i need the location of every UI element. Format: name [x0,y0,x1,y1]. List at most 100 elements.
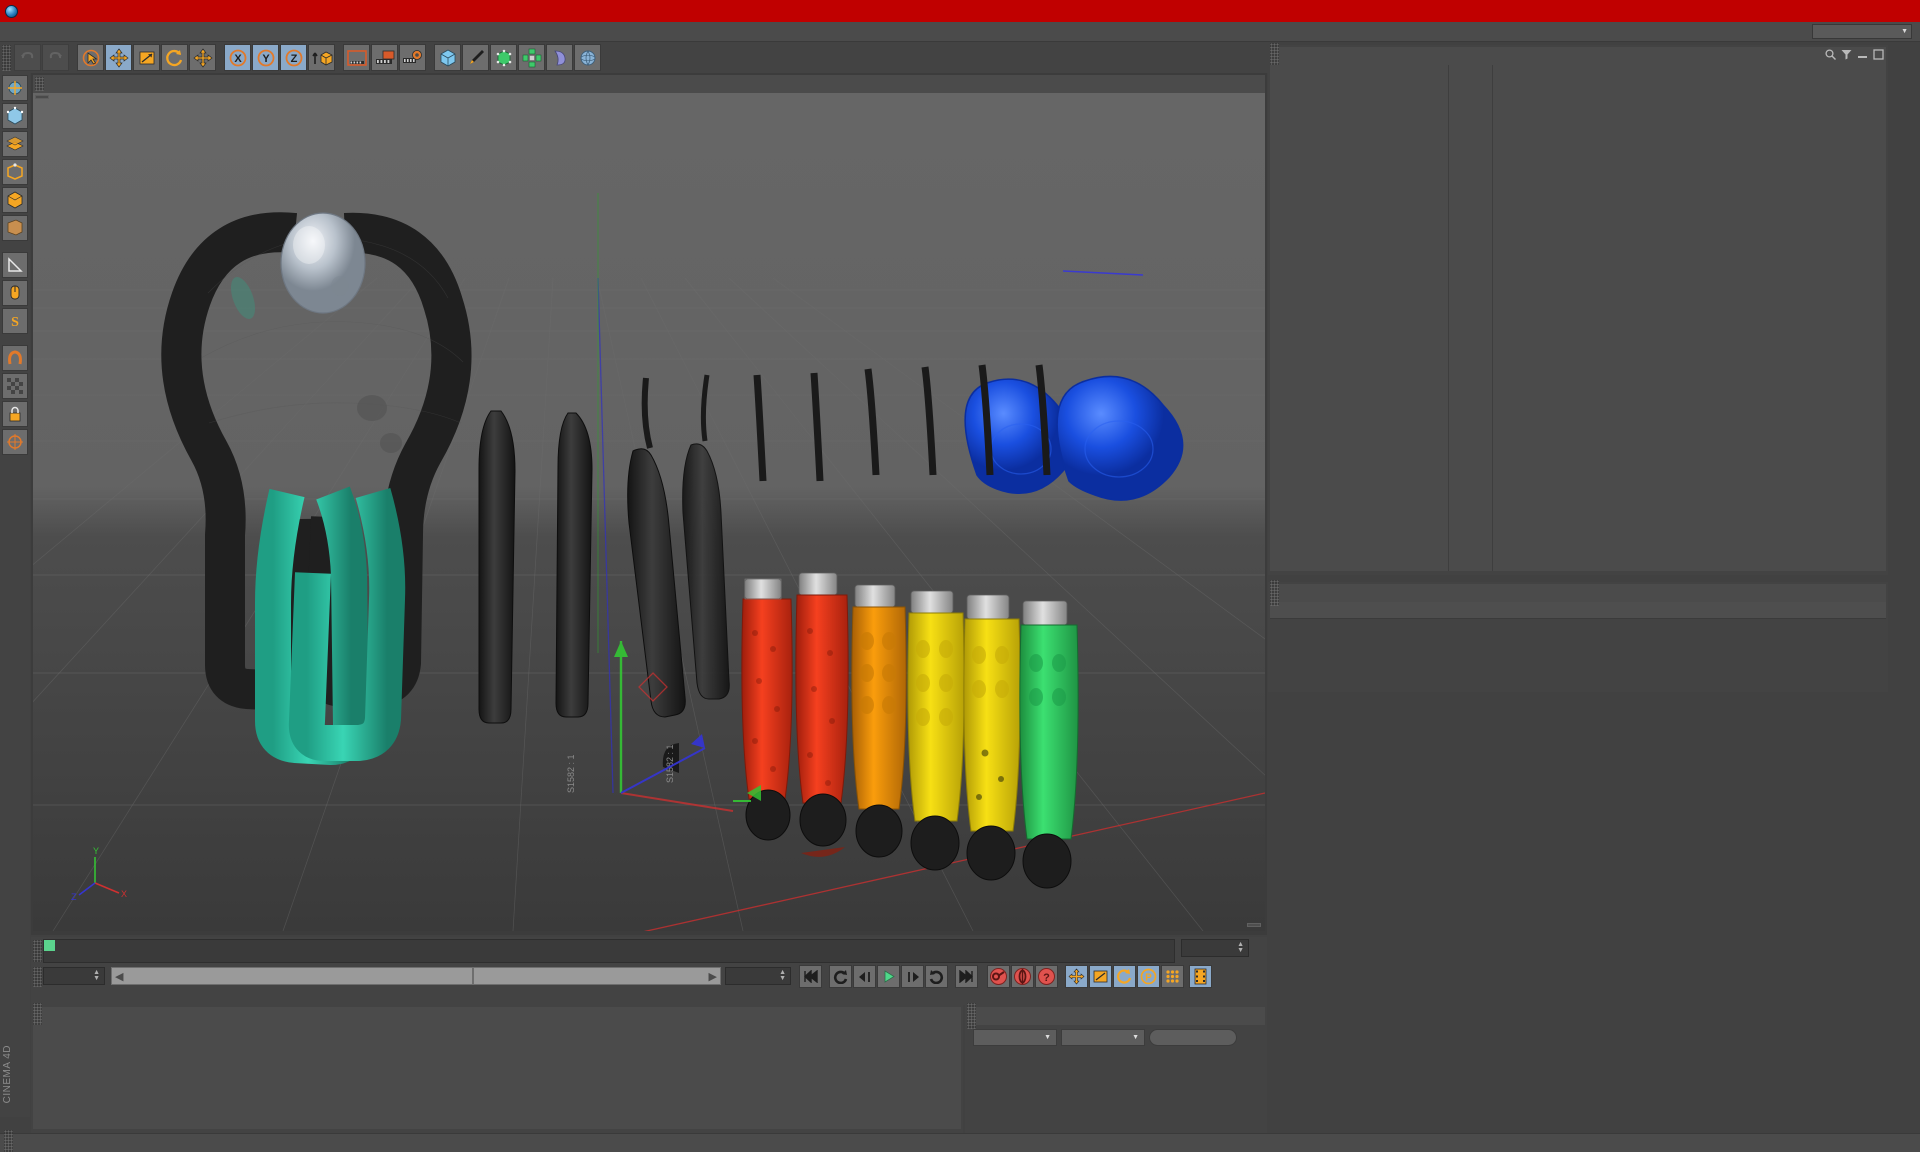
svg-text:P: P [1145,973,1152,984]
object-tree-list[interactable] [1270,65,1886,571]
polygon-mode-button[interactable] [2,187,28,213]
end-frame-field[interactable]: ▲ ▼ [725,967,791,985]
snap-button[interactable]: S [2,308,28,334]
svg-text:X: X [234,53,242,65]
go-to-end-button[interactable] [955,965,978,988]
world-object-coordinates-button[interactable] [308,44,335,71]
current-frame-marker[interactable] [44,940,55,951]
step-forward-button[interactable] [901,965,924,988]
texture-axis-mode-button[interactable] [2,215,28,241]
size-mode-dropdown[interactable]: ▼ [1061,1029,1145,1046]
toolbar-grip[interactable] [2,44,11,71]
object-creation-group [434,44,602,71]
svg-text:Y: Y [262,53,270,65]
maximize-panel-icon[interactable] [1873,49,1884,63]
palette-divider [2,243,28,250]
render-settings-gear-button[interactable] [399,44,426,71]
rotation-key-button[interactable] [1113,965,1136,988]
make-editable-button[interactable] [2,103,28,129]
coordinates-button-row: ▼ ▼ [967,1029,1265,1046]
apply-button[interactable] [1149,1029,1237,1046]
enable-axis-button[interactable] [2,373,28,399]
next-key-button[interactable] [925,965,948,988]
material-thumbnail-area[interactable] [33,1025,961,1129]
svg-text:S: S [11,315,19,330]
coordinate-mode-dropdown[interactable]: ▼ [973,1029,1057,1046]
timeline-range-bar-2[interactable]: ▶ [473,967,721,985]
lock-x-axis-button[interactable]: X [224,44,251,71]
workplane-button[interactable] [2,252,28,278]
search-icon[interactable] [1825,49,1836,63]
add-spline-pen-button[interactable] [462,44,489,71]
null-target-button[interactable] [2,429,28,455]
padlock-icon-button[interactable] [2,401,28,427]
free-move-tool[interactable] [189,44,216,71]
animation-mode-filmstrip-button[interactable] [1189,965,1212,988]
point-mode-button[interactable] [2,131,28,157]
layer-manager-panel [1268,580,1888,692]
timeline-ruler[interactable] [43,939,1175,963]
use-model-tool[interactable] [2,75,28,101]
autokeying-button[interactable] [1011,965,1034,988]
previous-key-button[interactable] [829,965,852,988]
record-active-objects-button[interactable] [987,965,1010,988]
perspective-viewport[interactable]: S1582 : 1 S1582 : 1 Y X Z [33,93,1265,931]
layer-manager-grip[interactable] [1270,580,1279,606]
quantize-magnet-button[interactable] [2,345,28,371]
maximize-button[interactable] [1856,0,1888,22]
add-deformer-button[interactable] [546,44,573,71]
svg-text:Z: Z [290,53,297,65]
viewport-menu-grip[interactable] [35,77,44,91]
add-environment-button[interactable] [574,44,601,71]
live-selection-tool[interactable] [77,44,104,71]
add-generator-button[interactable] [490,44,517,71]
chevron-down-icon: ▼ [1901,28,1908,35]
go-to-start-button[interactable] [799,965,822,988]
position-key-button[interactable] [1065,965,1088,988]
timeline-grip-2[interactable] [33,967,42,987]
render-view-button[interactable] [343,44,370,71]
play-button[interactable] [877,965,900,988]
add-cube-button[interactable] [434,44,461,71]
material-manager-menu [33,1003,961,1029]
object-manager-tool-icons [1825,47,1884,65]
edge-mode-button[interactable] [2,159,28,185]
timeline-range-bar[interactable]: ◀ [111,967,473,985]
lock-y-axis-button[interactable]: Y [252,44,279,71]
layout-selector[interactable]: ▼ [1807,24,1912,39]
layout-dropdown[interactable]: ▼ [1812,24,1912,39]
svg-text:Y: Y [93,846,99,856]
status-bar-grip[interactable] [4,1130,13,1152]
spinner-icon-3[interactable]: ▲ ▼ [779,969,786,982]
main-menu-bar [0,22,1920,42]
move-tool[interactable] [105,44,132,71]
spinner-icon[interactable]: ▲ ▼ [1237,941,1244,954]
rotate-tool[interactable] [161,44,188,71]
scale-tool[interactable] [133,44,160,71]
lock-z-axis-button[interactable]: Z [280,44,307,71]
render-to-picture-viewer-button[interactable] [371,44,398,71]
spinner-icon-2[interactable]: ▲ ▼ [93,969,100,982]
viewport-solo-button[interactable] [2,280,28,306]
redo-button[interactable] [42,44,69,71]
coordinates-grip[interactable] [967,1003,976,1029]
object-column-separator-2 [1492,65,1493,571]
close-button[interactable] [1888,0,1920,22]
timeline-grip[interactable] [33,940,42,962]
minimize-button[interactable] [1824,0,1856,22]
add-array-button[interactable] [518,44,545,71]
scale-key-button[interactable] [1089,965,1112,988]
filter-icon[interactable] [1841,49,1852,63]
preview-end-field[interactable]: ▲ ▼ [1181,939,1249,957]
undo-button[interactable] [14,44,41,71]
coordinates-manager-panel: ▼ ▼ [965,1003,1267,1133]
step-back-button[interactable] [853,965,876,988]
parameter-key-button[interactable]: P [1137,965,1160,988]
keyframe-selection-button[interactable]: ? [1035,965,1058,988]
title-bar [0,0,1920,22]
viewport-label [35,95,49,99]
point-level-animation-button[interactable] [1161,965,1184,988]
minimize-panel-icon[interactable] [1857,49,1868,63]
object-manager-panel [1268,43,1888,575]
current-frame-field[interactable]: ▲ ▼ [43,967,105,985]
